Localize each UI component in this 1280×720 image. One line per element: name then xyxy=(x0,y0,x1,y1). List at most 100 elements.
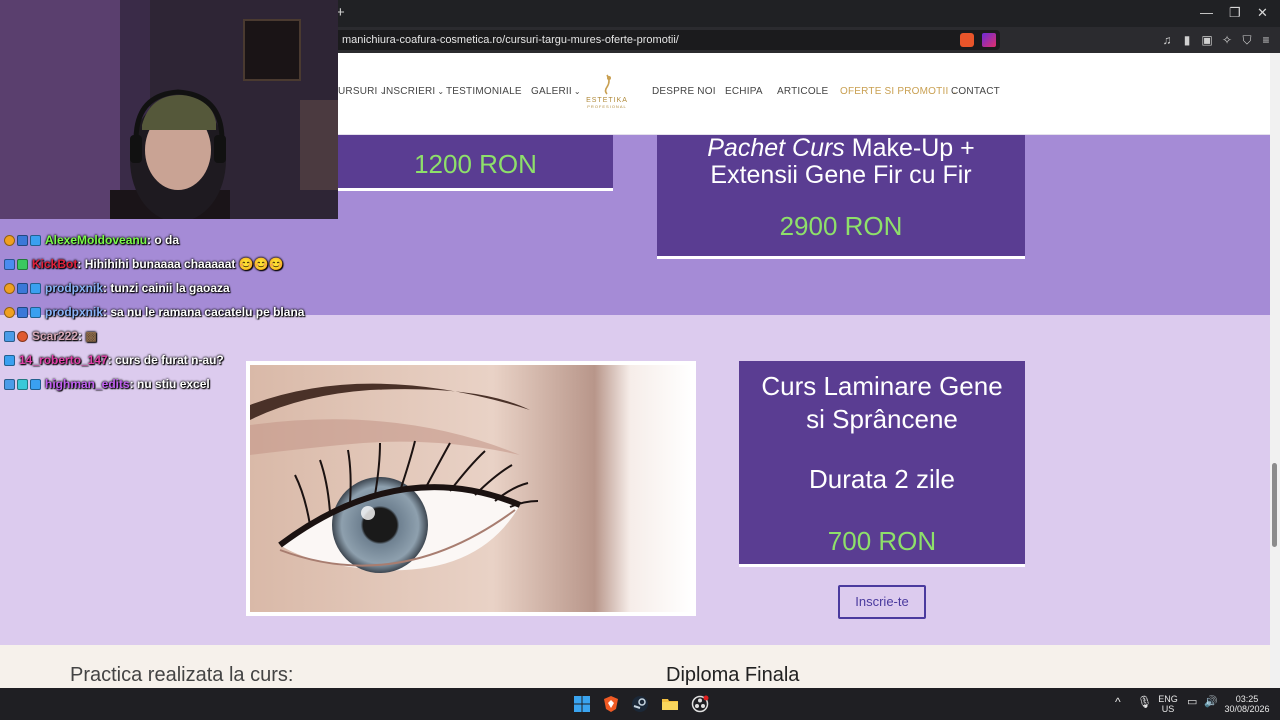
tray-overflow-icon[interactable]: ^ xyxy=(1115,696,1121,708)
chat-text: o da xyxy=(154,233,180,247)
minimize-button[interactable]: — xyxy=(1200,5,1213,20)
media-icon[interactable]: ♫ xyxy=(1160,33,1174,47)
nav-testimoniale[interactable]: TESTIMONIALE xyxy=(446,86,522,97)
windows-start-icon[interactable] xyxy=(573,695,591,713)
close-window-button[interactable]: ✕ xyxy=(1257,5,1268,21)
chevron-down-icon: ⌄ xyxy=(437,87,445,96)
chat-text: sa nu le ramana cacatelu pe blana xyxy=(110,305,305,319)
microphone-icon[interactable]: 🎙 xyxy=(1137,696,1152,708)
nav-contact[interactable]: CONTACT xyxy=(951,86,1000,97)
crown-badge-icon xyxy=(17,330,28,342)
offer-2-title-rest: Make-Up + xyxy=(844,134,975,162)
chat-message: prodpxnik: tunzi cainii la gaoaza xyxy=(4,276,334,300)
volume-icon[interactable]: 🔊 xyxy=(1204,697,1218,708)
nav-articole[interactable]: ARTICOLE xyxy=(777,86,828,97)
language-indicator[interactable]: ENG US xyxy=(1155,694,1181,714)
chat-username: AlexeMoldoveanu xyxy=(45,233,148,247)
gift-badge-icon xyxy=(17,282,28,294)
chat-message: prodpxnik: sa nu le ramana cacatelu pe b… xyxy=(4,300,334,324)
eye-lashes-image xyxy=(246,361,696,616)
cube-badge-icon xyxy=(4,354,15,366)
chat-text: nu stiu excel xyxy=(137,377,210,391)
nav-despre-noi[interactable]: DESPRE NOI xyxy=(652,86,716,97)
stream-chat: AlexeMoldoveanu: o da KickBot: Hihihihi … xyxy=(4,228,334,396)
language-region: US xyxy=(1161,704,1175,714)
obs-studio-icon[interactable] xyxy=(691,695,709,713)
offer-3-title-line1: Curs Laminare Gene xyxy=(761,371,1003,401)
site-logo[interactable]: ESTETIKA PROFESIONAL xyxy=(578,73,636,117)
url-text[interactable]: manichiura-coafura-cosmetica.ro/cursuri-… xyxy=(342,34,679,46)
sub-badge-icon xyxy=(4,234,15,246)
diploma-title: Diploma Finala xyxy=(666,664,800,686)
offer-3-duration: Durata 2 zile xyxy=(809,464,955,494)
language-code: ENG xyxy=(1158,694,1178,704)
offer-2-price: 2900 RON xyxy=(779,211,903,241)
chat-message: AlexeMoldoveanu: o da xyxy=(4,228,334,252)
gift-badge-icon xyxy=(17,234,28,246)
vip-badge-icon xyxy=(17,378,28,390)
chat-username: prodpxnik xyxy=(45,281,104,295)
nav-oferte-si-promotii[interactable]: OFERTE SI PROMOTII ⌄ xyxy=(840,86,957,97)
wallet-icon[interactable]: ▣ xyxy=(1200,33,1214,47)
chat-emote-icon: ▩ xyxy=(85,329,97,343)
sub-badge-icon xyxy=(4,306,15,318)
nav-inscrieri[interactable]: INSCRIERI ⌄ xyxy=(383,86,444,97)
brave-rewards-icon[interactable] xyxy=(982,33,996,47)
offer-3-title-line2: si Sprâncene xyxy=(806,404,958,434)
brave-browser-icon[interactable] xyxy=(602,695,620,713)
chat-username: Scar222 xyxy=(32,329,79,343)
chat-message: KickBot: Hihihihi bunaaaa chaaaaat 😊😊😊 xyxy=(4,252,334,276)
practice-title: Practica realizata la curs: xyxy=(70,664,294,686)
chat-message: Scar222: ▩ xyxy=(4,324,334,348)
sidebar-icon[interactable]: ▮ xyxy=(1180,33,1194,47)
leo-ai-icon[interactable]: ✧ xyxy=(1220,33,1234,47)
maximize-button[interactable]: ❐ xyxy=(1229,5,1241,21)
scrollbar-thumb[interactable] xyxy=(1272,463,1277,547)
offer-box-3: Curs Laminare Gene si Sprâncene Durata 2… xyxy=(739,361,1025,567)
steam-icon[interactable] xyxy=(631,695,649,713)
cube-badge-icon xyxy=(30,234,41,246)
clock-time: 03:25 xyxy=(1235,694,1259,704)
mod-badge-icon xyxy=(4,258,15,270)
eye-photo-icon xyxy=(250,365,692,612)
menu-icon[interactable]: ≡ xyxy=(1259,33,1273,47)
webcam-feed-icon xyxy=(0,0,338,219)
sword-badge-icon xyxy=(4,378,15,390)
clock-date: 30/08/2026 xyxy=(1224,704,1270,714)
chat-message: highman_edits: nu stiu excel xyxy=(4,372,334,396)
logo-sub: PROFESIONAL xyxy=(587,104,627,109)
cube-badge-icon xyxy=(30,282,41,294)
offer-1-price: 1200 RON xyxy=(414,149,537,179)
sub-badge-icon xyxy=(4,282,15,294)
nav-echipa[interactable]: ECHIPA xyxy=(725,86,763,97)
nav-galerii[interactable]: GALERII ⌄ xyxy=(531,86,581,97)
chat-username: 14_roberto_147 xyxy=(19,353,108,367)
offer-2-title: Pachet Curs Make-Up + xyxy=(657,135,1025,162)
chat-message: 14_roberto_147: curs de furat n-au? xyxy=(4,348,334,372)
file-explorer-icon[interactable] xyxy=(661,695,679,713)
chat-username: highman_edits xyxy=(45,377,130,391)
chat-text: tunzi cainii la gaoaza xyxy=(110,281,230,295)
nav-cursuri[interactable]: URSURI ⌄ xyxy=(338,86,386,97)
page-scrollbar[interactable] xyxy=(1270,53,1280,688)
webcam-overlay xyxy=(0,0,338,219)
chat-username: KickBot xyxy=(32,257,78,271)
offer-2-title-italic: Pachet Curs xyxy=(707,134,845,162)
offer-3-price: 700 RON xyxy=(827,526,937,556)
bot-badge-icon xyxy=(17,258,28,270)
register-button[interactable]: Inscrie-te xyxy=(838,585,926,619)
brave-shields-icon[interactable] xyxy=(960,33,974,47)
sword-badge-icon xyxy=(4,330,15,342)
offer-2-title-line2: Extensii Gene Fir cu Fir xyxy=(710,161,972,189)
offer-box-2: Pachet Curs Make-Up + Extensii Gene Fir … xyxy=(657,135,1025,259)
logo-name: ESTETIKA xyxy=(586,97,628,104)
cube-badge-icon xyxy=(30,306,41,318)
clock[interactable]: 03:25 30/08/2026 xyxy=(1222,694,1272,714)
chat-username: prodpxnik xyxy=(45,305,104,319)
network-icon[interactable]: ▭ xyxy=(1187,697,1197,708)
offer-box-1: 1200 RON xyxy=(338,135,613,191)
logo-mark-icon xyxy=(604,74,611,95)
gift-badge-icon xyxy=(17,306,28,318)
chat-text: Hihihihi bunaaaa chaaaaat 😊😊😊 xyxy=(84,257,284,271)
vpn-icon[interactable]: ⛉ xyxy=(1240,33,1254,47)
